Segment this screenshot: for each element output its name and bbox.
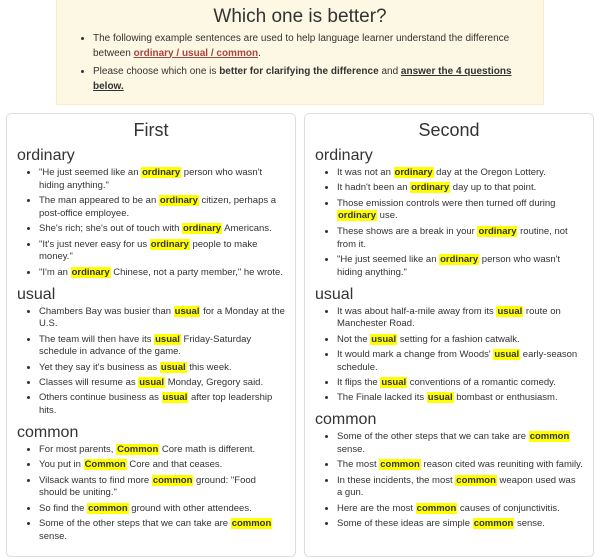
highlighted-word: usual bbox=[138, 377, 165, 388]
example-list: It was not an ordinary day at the Oregon… bbox=[315, 167, 583, 280]
highlighted-word: common bbox=[87, 503, 129, 514]
example-list: It was about half-a-mile away from its u… bbox=[315, 306, 583, 406]
highlighted-word: usual bbox=[370, 334, 397, 345]
highlighted-word: ordinary bbox=[337, 210, 377, 221]
intro-line2-pre: Please choose which one is bbox=[93, 66, 219, 77]
highlighted-word: usual bbox=[380, 377, 407, 388]
example-sentence: It hadn't been an ordinary day up to tha… bbox=[337, 182, 583, 195]
example-sentence: It was about half-a-mile away from its u… bbox=[337, 306, 583, 332]
highlighted-word: common bbox=[152, 475, 194, 486]
highlighted-word: ordinary bbox=[439, 254, 479, 265]
example-sentence: For most parents, Common Core math is di… bbox=[39, 444, 285, 457]
option-card: SecondordinaryIt was not an ordinary day… bbox=[304, 113, 594, 557]
highlighted-word: common bbox=[379, 459, 421, 470]
example-sentence: These shows are a break in your ordinary… bbox=[337, 226, 583, 252]
example-sentence: You put in Common Core and that ceases. bbox=[39, 459, 285, 472]
example-sentence: In these incidents, the most common weap… bbox=[337, 475, 583, 501]
example-sentence: "It's just never easy for us ordinary pe… bbox=[39, 239, 285, 265]
example-list: Some of the other steps that we can take… bbox=[315, 431, 583, 531]
intro-line2-bold: better for clarifying the difference bbox=[219, 66, 378, 77]
highlighted-word: ordinary bbox=[141, 167, 181, 178]
example-sentence: "I'm an ordinary Chinese, not a party me… bbox=[39, 267, 285, 280]
highlighted-word: ordinary bbox=[394, 167, 434, 178]
highlighted-word: common bbox=[231, 518, 273, 529]
intro-box: Which one is better? The following examp… bbox=[56, 0, 544, 105]
highlighted-word: Common bbox=[84, 459, 127, 470]
example-sentence: Some of the other steps that we can take… bbox=[39, 518, 285, 544]
example-sentence: Those emission controls were then turned… bbox=[337, 198, 583, 224]
option-title: Second bbox=[315, 120, 583, 141]
intro-line1-post: . bbox=[258, 48, 261, 59]
intro-line2-mid: and bbox=[379, 66, 401, 77]
example-sentence: Yet they say it's business as usual this… bbox=[39, 362, 285, 375]
example-sentence: "He just seemed like an ordinary person … bbox=[39, 167, 285, 193]
word-heading: common bbox=[315, 411, 583, 429]
highlighted-word: usual bbox=[162, 392, 189, 403]
example-sentence: It would mark a change from Woods' usual… bbox=[337, 349, 583, 375]
example-sentence: Here are the most common causes of conju… bbox=[337, 503, 583, 516]
highlighted-word: ordinary bbox=[410, 182, 450, 193]
example-sentence: It was not an ordinary day at the Oregon… bbox=[337, 167, 583, 180]
example-sentence: Some of the other steps that we can take… bbox=[337, 431, 583, 457]
example-sentence: She's rich; she's out of touch with ordi… bbox=[39, 223, 285, 236]
options-row: Firstordinary"He just seemed like an ord… bbox=[6, 113, 594, 557]
highlighted-word: ordinary bbox=[71, 267, 111, 278]
example-sentence: The team will then have its usual Friday… bbox=[39, 334, 285, 360]
word-heading: common bbox=[17, 424, 285, 442]
option-title: First bbox=[17, 120, 285, 141]
highlighted-word: Common bbox=[116, 444, 159, 455]
example-sentence: Vilsack wants to find more common ground… bbox=[39, 475, 285, 501]
highlighted-word: ordinary bbox=[477, 226, 517, 237]
highlighted-word: usual bbox=[496, 306, 523, 317]
highlighted-word: usual bbox=[493, 349, 520, 360]
example-sentence: "He just seemed like an ordinary person … bbox=[337, 254, 583, 280]
example-sentence: Some of these ideas are simple common se… bbox=[337, 518, 583, 531]
highlighted-word: common bbox=[473, 518, 515, 529]
highlighted-word: usual bbox=[174, 306, 201, 317]
example-sentence: The man appeared to be an ordinary citiz… bbox=[39, 195, 285, 221]
highlighted-word: common bbox=[416, 503, 458, 514]
highlighted-word: usual bbox=[154, 334, 181, 345]
highlighted-word: usual bbox=[427, 392, 454, 403]
word-heading: usual bbox=[17, 286, 285, 304]
example-sentence: Not the usual setting for a fashion catw… bbox=[337, 334, 583, 347]
example-sentence: Chambers Bay was busier than usual for a… bbox=[39, 306, 285, 332]
highlighted-word: common bbox=[455, 475, 497, 486]
intro-line-2: Please choose which one is better for cl… bbox=[93, 65, 535, 94]
intro-list: The following example sentences are used… bbox=[65, 32, 535, 94]
example-sentence: Classes will resume as usual Monday, Gre… bbox=[39, 377, 285, 390]
example-list: Chambers Bay was busier than usual for a… bbox=[17, 306, 285, 419]
example-sentence: The Finale lacked its usual bombast or e… bbox=[337, 392, 583, 405]
example-sentence: So find the common ground with other att… bbox=[39, 503, 285, 516]
word-heading: usual bbox=[315, 286, 583, 304]
highlighted-word: common bbox=[529, 431, 571, 442]
example-list: For most parents, Common Core math is di… bbox=[17, 444, 285, 544]
intro-title: Which one is better? bbox=[65, 6, 535, 28]
word-group-link: ordinary / usual / common bbox=[134, 48, 258, 59]
example-sentence: It flips the usual conventions of a roma… bbox=[337, 377, 583, 390]
highlighted-word: ordinary bbox=[159, 195, 199, 206]
highlighted-word: usual bbox=[160, 362, 187, 373]
highlighted-word: ordinary bbox=[150, 239, 190, 250]
word-heading: ordinary bbox=[17, 147, 285, 165]
option-card: Firstordinary"He just seemed like an ord… bbox=[6, 113, 296, 557]
example-sentence: The most common reason cited was reuniti… bbox=[337, 459, 583, 472]
example-sentence: Others continue business as usual after … bbox=[39, 392, 285, 418]
word-heading: ordinary bbox=[315, 147, 583, 165]
highlighted-word: ordinary bbox=[182, 223, 222, 234]
example-list: "He just seemed like an ordinary person … bbox=[17, 167, 285, 280]
page: Which one is better? The following examp… bbox=[0, 0, 600, 557]
intro-line-1: The following example sentences are used… bbox=[93, 32, 535, 61]
